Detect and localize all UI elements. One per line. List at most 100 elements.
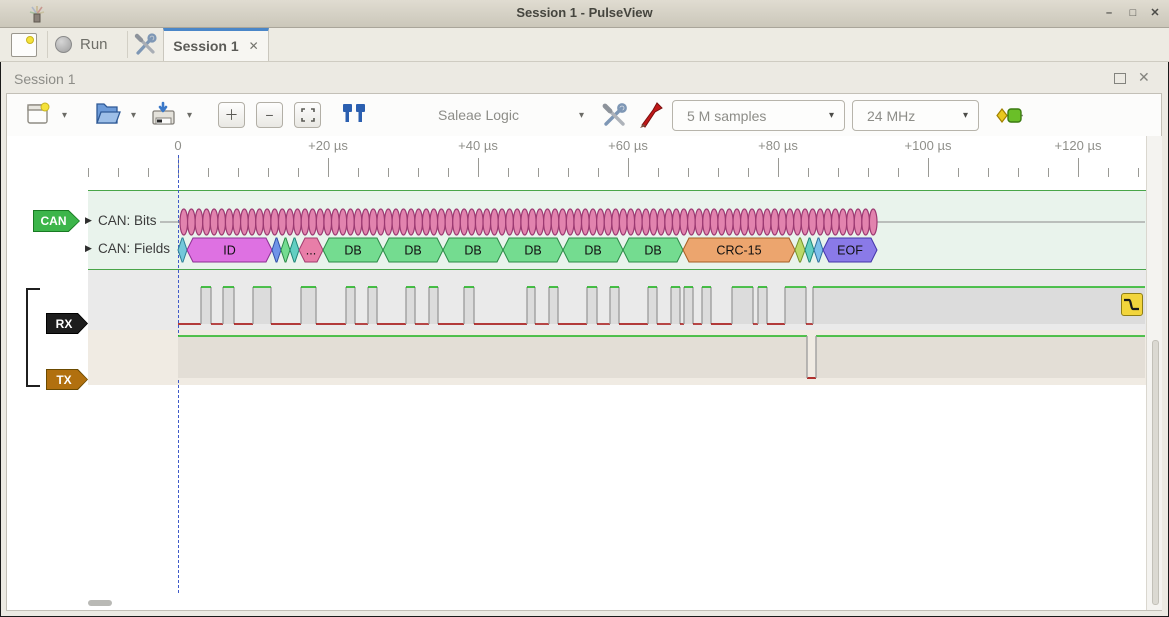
ruler-minor-tick: [418, 168, 419, 177]
ruler-minor-tick: [388, 168, 389, 177]
can-bit-glyph: [203, 209, 211, 235]
field-label-dots: ...: [306, 244, 316, 258]
rx-high-fill: [587, 287, 597, 324]
rx-high-fill: [368, 287, 377, 324]
sample-rate-combobox[interactable]: 24 MHz ▾: [852, 100, 979, 131]
can-bit-glyph: [210, 209, 218, 235]
can-bit-glyph: [407, 209, 415, 235]
field-label-data-byte: DB: [584, 244, 601, 258]
device-dropdown-arrow[interactable]: ▾: [579, 110, 584, 121]
channel-probe-icon[interactable]: [638, 100, 666, 129]
zoom-fit-button[interactable]: [294, 102, 321, 128]
can-bit-glyph: [809, 209, 817, 235]
can-bit-glyph: [233, 209, 241, 235]
row-label-can-bits[interactable]: CAN: Bits: [98, 213, 157, 228]
can-bit-glyph: [832, 209, 840, 235]
channel-group-bracket[interactable]: [26, 288, 28, 387]
new-file-dropdown-arrow[interactable]: ▾: [62, 110, 67, 121]
ruler-minor-tick: [718, 168, 719, 177]
rx-high-fill: [732, 287, 753, 324]
row-label-can-fields[interactable]: CAN: Fields: [98, 241, 170, 256]
titlebar[interactable]: Session 1 - PulseView – □ ✕: [0, 0, 1169, 28]
ruler-minor-tick: [508, 168, 509, 177]
ruler-minor-tick: [568, 168, 569, 177]
can-bit-glyph: [188, 209, 196, 235]
ruler-minor-tick: [268, 168, 269, 177]
expander-can-bits[interactable]: ▶: [85, 215, 92, 226]
toolbar-separator: [127, 31, 128, 58]
ruler-minor-tick: [958, 168, 959, 177]
tab-session-1[interactable]: Session 1 ✕: [163, 28, 269, 61]
can-bit-glyph: [362, 209, 370, 235]
can-bit-glyph: [862, 209, 870, 235]
expander-can-fields[interactable]: ▶: [85, 243, 92, 254]
can-bit-glyph: [491, 209, 499, 235]
can-bit-glyph: [286, 209, 294, 235]
can-bit-glyph: [582, 209, 590, 235]
field-annotation-flag-bit: [795, 238, 805, 262]
can-bit-glyph: [324, 209, 332, 235]
dock-float-button[interactable]: [1114, 73, 1126, 84]
can-bit-glyph: [756, 209, 764, 235]
rx-high-fill: [223, 287, 234, 324]
can-bit-glyph: [263, 209, 271, 235]
add-decoder-icon[interactable]: [340, 101, 368, 127]
window-title: Session 1 - PulseView: [0, 5, 1169, 20]
new-file-icon[interactable]: [25, 101, 51, 127]
sample-rate-arrow: ▾: [963, 110, 968, 121]
can-bit-glyph: [498, 209, 506, 235]
field-annotation-flag-bit: [805, 238, 814, 262]
close-button[interactable]: ✕: [1146, 6, 1164, 21]
settings-wrench-icon[interactable]: [134, 33, 158, 57]
ruler-minor-tick: [838, 168, 839, 177]
rx-high-fill: [464, 287, 474, 324]
sample-count-combobox[interactable]: 5 M samples ▾: [672, 100, 845, 131]
can-bit-glyph: [430, 209, 438, 235]
open-file-icon[interactable]: [94, 101, 121, 127]
open-file-dropdown-arrow[interactable]: ▾: [131, 110, 136, 121]
channel-group-bracket-top: [26, 288, 40, 290]
vertical-scrollbar-thumb[interactable]: [1152, 340, 1159, 605]
rx-high-fill: [406, 287, 415, 324]
new-session-button[interactable]: [11, 33, 37, 57]
time-ruler: 0+20 µs+40 µs+60 µs+80 µs+100 µs+120 µs: [0, 136, 1146, 178]
can-bit-glyph: [847, 209, 855, 235]
ruler-label: 0: [174, 138, 181, 153]
ruler-minor-tick: [238, 168, 239, 177]
can-bit-glyph: [816, 209, 824, 235]
can-bit-glyph: [369, 209, 377, 235]
device-select[interactable]: Saleae Logic: [438, 107, 519, 123]
can-bit-glyph: [559, 209, 567, 235]
ruler-minor-tick: [358, 168, 359, 177]
rx-high-fill: [346, 287, 355, 324]
minimize-button[interactable]: –: [1100, 6, 1118, 21]
can-bit-glyph: [332, 209, 340, 235]
ruler-minor-tick: [868, 168, 869, 177]
channel-group-bracket-bottom: [26, 385, 40, 387]
zoom-out-icon: −: [265, 108, 273, 122]
zoom-out-button[interactable]: −: [256, 102, 283, 128]
save-dropdown-arrow[interactable]: ▾: [187, 110, 192, 121]
can-bit-glyph: [604, 209, 612, 235]
field-label-eof: EOF: [837, 244, 863, 258]
zoom-in-button[interactable]: ＋: [218, 102, 245, 128]
can-bit-glyph: [794, 209, 802, 235]
run-button[interactable]: Run: [55, 31, 125, 58]
zoom-in-icon: ＋: [225, 108, 239, 122]
can-bit-glyph: [301, 209, 309, 235]
pulseview-window: Session 1 - PulseView – □ ✕ Run Session …: [0, 0, 1169, 617]
sample-count-value: 5 M samples: [687, 108, 766, 124]
horizontal-scrollbar-thumb[interactable]: [88, 600, 112, 606]
rx-high-fill: [549, 287, 558, 324]
channels-button-icon[interactable]: [995, 107, 1025, 124]
ruler-minor-tick: [88, 168, 89, 177]
configure-device-icon[interactable]: [601, 102, 629, 128]
dock-close-button[interactable]: ✕: [1138, 69, 1150, 86]
save-file-icon[interactable]: [150, 101, 177, 127]
can-bit-glyph: [400, 209, 408, 235]
tab-close-icon[interactable]: ✕: [249, 39, 259, 53]
trigger-marker-falling-edge[interactable]: [1121, 293, 1143, 316]
ruler-minor-tick: [808, 168, 809, 177]
field-label-crc: CRC-15: [716, 244, 761, 258]
maximize-button[interactable]: □: [1124, 6, 1142, 21]
